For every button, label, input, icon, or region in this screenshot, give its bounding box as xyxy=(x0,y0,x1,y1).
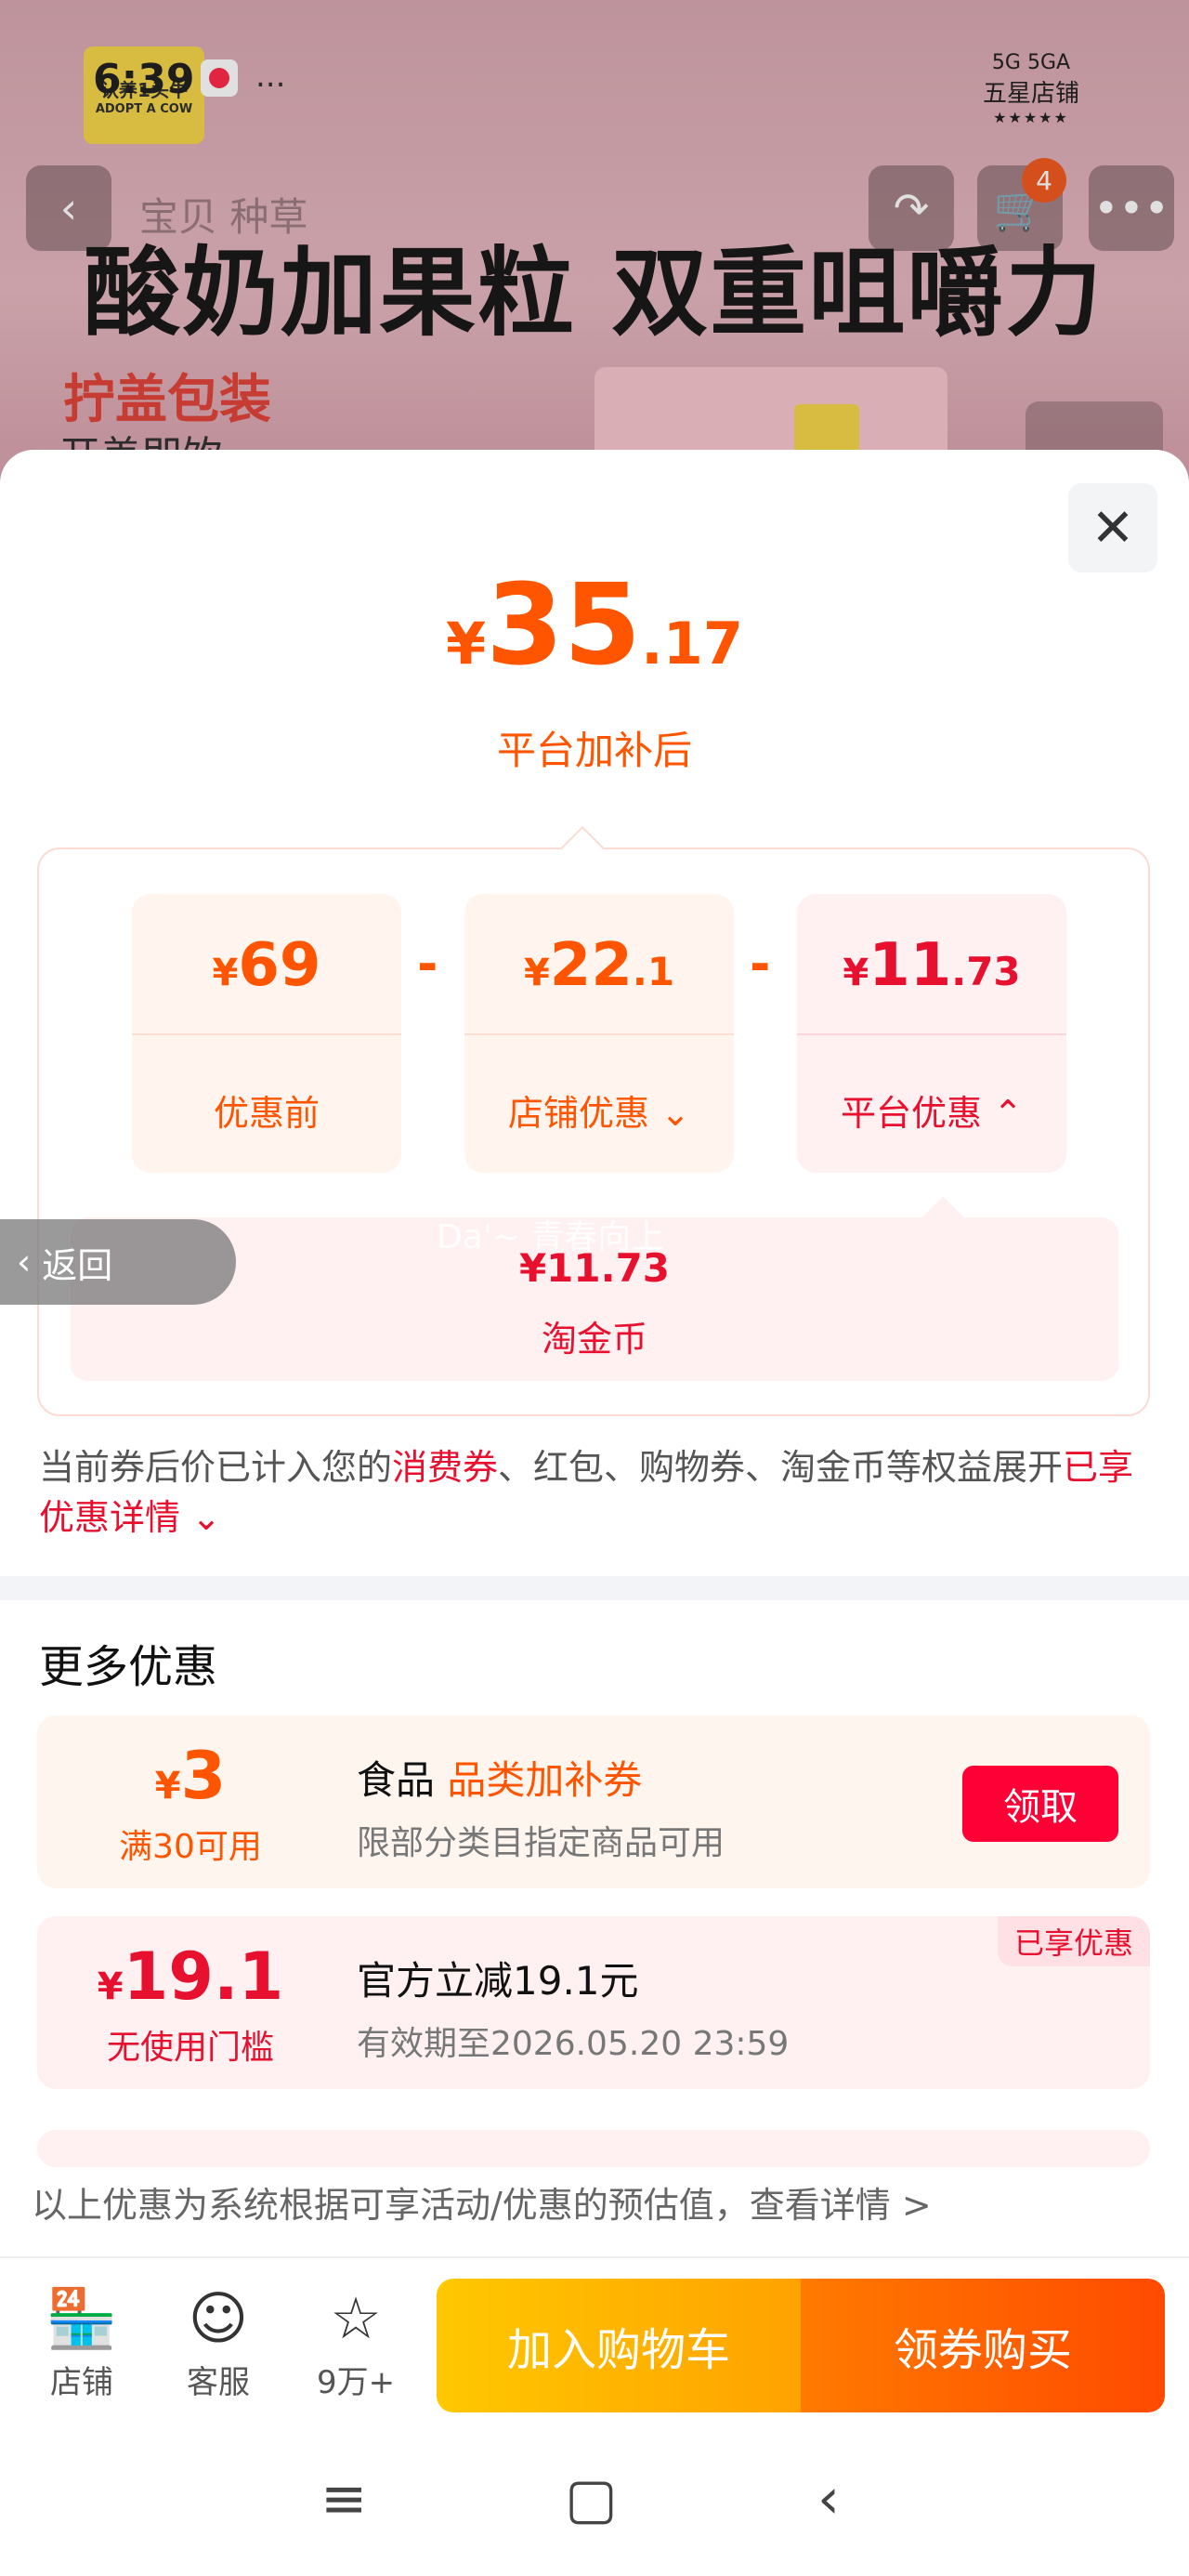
offer-title: 官方立减19.1元 xyxy=(357,1958,639,2004)
chevron-up-icon: ⌃ xyxy=(982,1093,1023,1134)
customer-service-button[interactable]: ☺ 客服 xyxy=(163,2286,274,2402)
platform-discount-card[interactable]: ¥11.73 平台优惠 ⌃ xyxy=(797,894,1066,1173)
store-icon: 🏪 xyxy=(46,2284,118,2352)
chevron-down-icon: ⌄ xyxy=(180,1497,221,1538)
discount-sheet: ✕ ¥35.17 平台加补后 ¥69 优惠前 - ¥22.1 店铺优惠 ⌄ - … xyxy=(0,450,1189,2257)
shop-discount-card[interactable]: ¥22.1 店铺优惠 ⌄ xyxy=(464,894,734,1173)
offer-validity: 有效期至2026.05.20 23:59 xyxy=(357,2025,790,2063)
estimate-footnote-link[interactable]: 以上优惠为系统根据可享活动/优惠的预估值，查看详情 > xyxy=(32,2176,932,2228)
claim-coupon-button[interactable]: 领取 xyxy=(962,1766,1118,1842)
shop-button[interactable]: 🏪 店铺 xyxy=(26,2286,137,2402)
favorite-button[interactable]: ☆ 9万+ xyxy=(300,2286,412,2402)
final-price: ¥35.17 xyxy=(446,561,743,690)
star-icon: ☆ xyxy=(330,2284,382,2352)
more-offers-title: 更多优惠 xyxy=(39,1641,218,1693)
add-to-cart-button[interactable]: 加入购物车 xyxy=(437,2279,801,2412)
offer-condition: 满30可用 xyxy=(119,1828,262,1866)
original-price-card: ¥69 优惠前 xyxy=(132,894,401,1173)
buy-with-coupon-button[interactable]: 领券购买 xyxy=(801,2279,1165,2412)
offer-description: 限部分类目指定商品可用 xyxy=(357,1824,725,1862)
watermark: Da'~ 青春向上 xyxy=(437,1218,665,1256)
close-button[interactable]: ✕ xyxy=(1068,483,1157,572)
category-coupon-offer: ¥3 满30可用 食品 品类加补券 限部分类目指定商品可用 领取 xyxy=(37,1715,1150,1888)
consumer-coupon-link[interactable]: 消费券 xyxy=(392,1447,498,1488)
home-square-icon[interactable]: ▢ xyxy=(565,2466,618,2531)
platform-discount-label: 平台优惠 xyxy=(841,1093,983,1134)
minus-sign: - xyxy=(750,935,771,993)
back-arrow-icon[interactable]: ‹ xyxy=(817,2466,840,2531)
minus-sign: - xyxy=(417,935,438,993)
price-breakdown: ¥69 优惠前 - ¥22.1 店铺优惠 ⌄ - ¥11.73 平台优惠 ⌃ ¥… xyxy=(37,825,1150,1416)
enjoyed-badge: 已享优惠 xyxy=(997,1916,1150,1966)
discount-note: 当前券后价已计入您的消费券、红包、购物券、淘金币等权益展开已享优惠详情 ⌄ xyxy=(39,1447,1134,1538)
price-caption: 平台加补后 xyxy=(496,728,692,773)
bottom-action-bar: 🏪 店铺 ☺ 客服 ☆ 9万+ 加入购物车 领券购买 xyxy=(0,2256,1189,2420)
menu-icon[interactable]: ≡ xyxy=(320,2466,367,2531)
offer-card-partial xyxy=(37,2130,1150,2167)
original-price-label: 优惠前 xyxy=(213,1093,320,1134)
taojinbi-label: 淘金币 xyxy=(541,1319,647,1360)
offer-condition: 无使用门槛 xyxy=(106,2029,274,2067)
system-navigation-bar: ≡ ▢ ‹ xyxy=(0,2420,1189,2576)
section-divider xyxy=(0,1576,1189,1600)
official-discount-offer: ¥19.1 无使用门槛 官方立减19.1元 有效期至2026.05.20 23:… xyxy=(37,1916,1150,2089)
breakdown-notch xyxy=(559,825,606,872)
chevron-left-icon: ‹ xyxy=(17,1242,43,1282)
close-icon: ✕ xyxy=(1091,497,1135,559)
offer-title: 食品 品类加补券 xyxy=(357,1757,643,1803)
chevron-down-icon: ⌄ xyxy=(649,1093,690,1134)
dim-overlay xyxy=(0,0,1189,483)
chat-face-icon: ☺ xyxy=(188,2284,249,2352)
shop-discount-label: 店铺优惠 xyxy=(508,1093,650,1134)
floating-back-button[interactable]: ‹ 返回 xyxy=(0,1219,236,1305)
product-background: 认养1头牛 ADOPT A COW 6:39 ... 5G 5GA 五星店铺 ★… xyxy=(0,0,1189,483)
